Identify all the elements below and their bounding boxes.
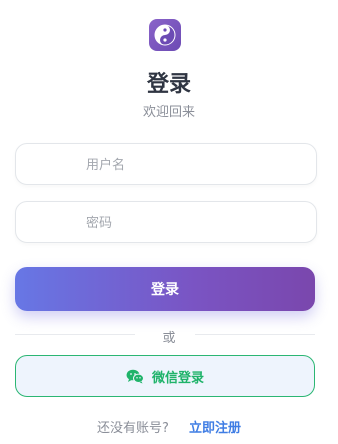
yin-yang-icon xyxy=(154,24,176,46)
register-row: 还没有账号? 立即注册 xyxy=(0,417,338,436)
page-title: 登录 xyxy=(146,72,191,97)
page-subtitle: 欢迎回来 xyxy=(142,105,195,120)
register-prompt: 还没有账号? xyxy=(96,421,169,436)
wechat-icon xyxy=(126,369,144,383)
wechat-login-button[interactable]: 微信登录 xyxy=(15,355,315,397)
login-button[interactable]: 登录 xyxy=(15,267,315,311)
wechat-login-label: 微信登录 xyxy=(151,370,204,386)
username-input[interactable] xyxy=(84,144,308,186)
password-field[interactable] xyxy=(15,201,317,244)
register-link[interactable]: 立即注册 xyxy=(189,421,241,436)
app-logo xyxy=(149,19,181,51)
password-input[interactable] xyxy=(84,202,308,244)
username-field[interactable] xyxy=(15,143,317,186)
divider-label: 或 xyxy=(162,331,176,346)
